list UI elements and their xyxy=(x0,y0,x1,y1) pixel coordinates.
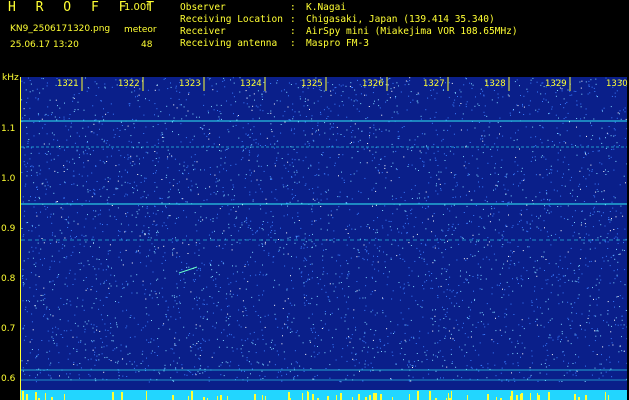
x-tick-label: 1324 xyxy=(240,79,262,89)
meteor-spike xyxy=(467,395,468,400)
info-key: Receiving Location xyxy=(180,14,283,25)
meteor-spike xyxy=(327,396,329,400)
spectrogram-plot: 1321 1322 1323 1324 1325 1326 1327 1328 1329 1330 xyxy=(20,77,628,400)
info-key: Observer xyxy=(180,2,226,13)
meteor-label: meteor xyxy=(124,25,157,35)
meteor-spike xyxy=(373,393,375,400)
meteor-spike xyxy=(585,395,587,400)
info-receiver: Receiver: AirSpy mini (Miakejima VOR 108.… xyxy=(180,26,518,37)
info-sep: : xyxy=(290,26,296,37)
meteor-spike xyxy=(538,395,540,400)
meteor-spike xyxy=(336,395,337,400)
y-tick-label: 0.6 xyxy=(1,374,16,384)
y-tick-label: 0.9 xyxy=(1,224,16,234)
x-tick-label: 1326 xyxy=(362,79,384,89)
info-sep: : xyxy=(290,14,296,25)
x-tick-label: 1330 xyxy=(606,79,628,89)
info-key: Receiver xyxy=(180,26,226,37)
meteor-spike xyxy=(375,393,377,400)
x-tick-label: 1321 xyxy=(57,79,79,89)
info-location: Receiving Location: Chigasaki, Japan (139… xyxy=(180,14,495,25)
meteor-spike xyxy=(121,392,123,400)
meteor-spike xyxy=(548,392,550,400)
info-observer: Observer: K.Nagai xyxy=(180,2,346,13)
x-tick-label: 1325 xyxy=(301,79,323,89)
info-value: Chigasaki, Japan (139.414 35.340) xyxy=(306,14,495,25)
meteor-spike xyxy=(451,391,452,400)
x-tick-label: 1329 xyxy=(545,79,567,89)
meteor-spike xyxy=(64,394,65,400)
meteor-spike xyxy=(429,391,431,400)
meteor-spike xyxy=(307,392,309,400)
header: H R O F F T 1.00f KN9_2506171320.png met… xyxy=(0,0,629,76)
y-unit-label: kHz xyxy=(2,73,19,83)
meteor-spike xyxy=(288,392,290,400)
y-tick-label: 0.8 xyxy=(1,274,16,284)
meteor-spike xyxy=(417,391,419,400)
meteor-spike xyxy=(340,393,342,400)
version: 1.00f xyxy=(124,2,150,13)
info-value: Maspro FM-3 xyxy=(306,38,369,49)
meteor-spike xyxy=(312,394,314,400)
meteor-spike xyxy=(26,394,28,400)
y-tick-label: 1.0 xyxy=(1,174,16,184)
info-key: Receiving antenna xyxy=(180,38,278,49)
meteor-spike xyxy=(380,394,382,400)
y-tick-label: 0.7 xyxy=(1,324,16,334)
meteor-spike xyxy=(191,391,193,400)
meteor-spike xyxy=(220,395,222,400)
meteor-spike xyxy=(530,393,531,400)
meteor-count: 48 xyxy=(141,40,153,50)
meteor-spike xyxy=(521,393,523,400)
meteor-spike xyxy=(172,395,174,400)
datetime: 25.06.17 13:20 xyxy=(10,40,79,50)
meteor-spike xyxy=(608,395,609,400)
meteor-spike xyxy=(227,396,228,400)
meteor-spike xyxy=(537,393,538,400)
meteor-spike xyxy=(409,394,410,400)
meteor-spike xyxy=(369,395,371,400)
meteor-spike xyxy=(217,396,218,400)
meteor-spike xyxy=(265,396,266,400)
meteor-spike xyxy=(487,394,489,400)
x-tick-label: 1323 xyxy=(179,79,201,89)
meteor-spike xyxy=(605,392,606,400)
filename: KN9_2506171320.png xyxy=(10,24,111,34)
info-sep: : xyxy=(290,2,296,13)
spectrogram-canvas xyxy=(21,77,627,400)
meteor-spike xyxy=(112,392,114,400)
x-tick-label: 1328 xyxy=(484,79,506,89)
meteor-spike xyxy=(22,391,24,400)
meteor-spike xyxy=(262,395,263,400)
meteor-spike xyxy=(146,391,147,400)
meteor-spike xyxy=(358,394,360,400)
meteor-spike xyxy=(517,395,518,400)
meteor-spike xyxy=(448,393,449,400)
info-value: K.Nagai xyxy=(306,2,347,13)
meteor-spike xyxy=(45,393,46,400)
meteor-spike xyxy=(188,396,189,400)
y-tick-label: 1.1 xyxy=(1,124,16,134)
info-sep: : xyxy=(290,38,296,49)
info-value: AirSpy mini (Miakejima VOR 108.65MHz) xyxy=(306,26,518,37)
bottom-band xyxy=(21,390,627,400)
meteor-spike xyxy=(574,394,576,400)
meteor-spike xyxy=(35,392,37,400)
info-antenna: Receiving antenna: Maspro FM-3 xyxy=(180,38,369,49)
meteor-spike xyxy=(510,396,512,400)
x-tick-label: 1322 xyxy=(118,79,140,89)
x-tick-label: 1327 xyxy=(423,79,445,89)
